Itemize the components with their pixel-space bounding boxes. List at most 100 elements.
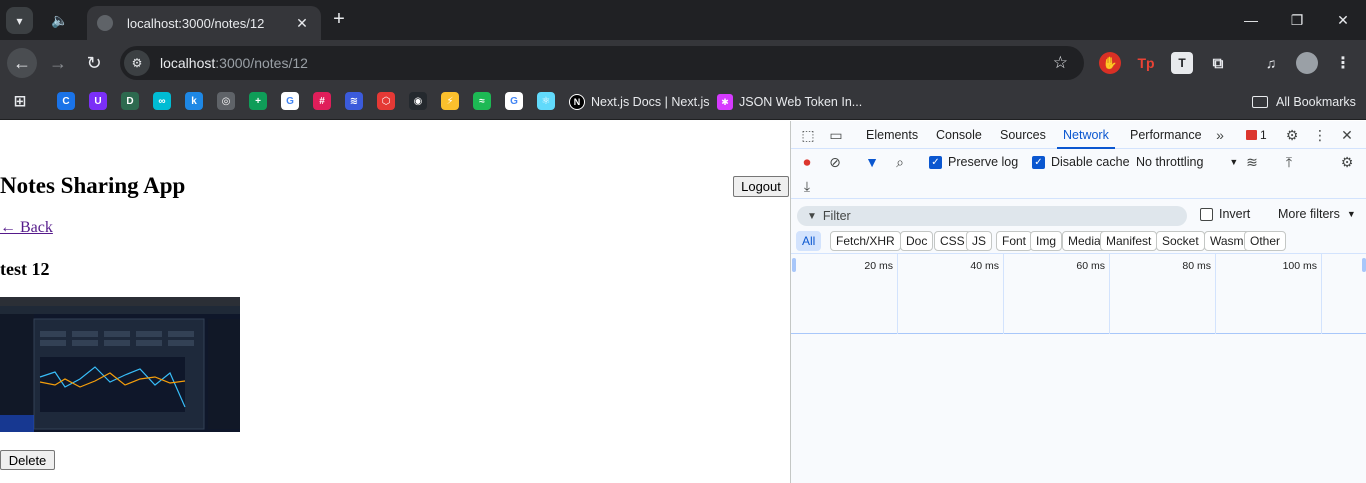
back-button[interactable]: ← [7,48,37,78]
apps-grid-icon[interactable]: ⊞ [11,92,29,110]
bookmark-spotify-icon[interactable]: ≈ [473,92,491,110]
all-bookmarks[interactable]: All Bookmarks [1252,92,1356,112]
bookmark-lines-icon[interactable]: ≋ [345,92,363,110]
bookmarks-bar: ⊞ C U D ∞ k ◎ + G # ≋ ⬡ ◉ ⚡ ≈ G ⚛ N Next.js Docs | Next… [0,86,1366,120]
filter-icon: ▼ [807,210,817,222]
filter-chip-socket[interactable]: Socket [1156,231,1205,251]
speaker-icon[interactable]: 🔈 [50,10,70,30]
throttling-select[interactable]: No throttling ▼ [1136,155,1238,169]
filter-chip-img[interactable]: Img [1030,231,1063,251]
back-link[interactable]: ← Back [0,219,53,237]
close-window-button[interactable]: ✕ [1320,8,1366,32]
bookmark-github-icon[interactable]: ◉ [409,92,427,110]
timeline-gridline [1109,254,1110,334]
extensions-puzzle-icon[interactable]: ⧉ [1207,52,1229,74]
filter-chip-other[interactable]: Other [1244,231,1287,251]
bookmark-k-icon[interactable]: k [185,92,203,110]
devtools-menu-icon[interactable]: ⋮ [1311,126,1329,144]
tab-search-button[interactable]: ▾ [6,7,33,34]
browser-toolbar: ← → ↻ ⚙ localhost:3000/notes/12 ☆ ✋ Tp T… [0,40,1366,86]
restore-button[interactable]: ❐ [1274,8,1320,32]
checkmark-icon: ✓ [1032,155,1045,169]
timeline-label: 100 ms [1282,260,1317,272]
import-har-icon[interactable]: ⤒ [1280,153,1298,171]
network-settings-icon[interactable]: ⚙ [1338,153,1356,171]
adblock-icon[interactable]: ✋ [1099,52,1121,74]
tab-elements[interactable]: Elements [866,121,918,149]
site-info-icon[interactable]: ⚙ [124,50,150,76]
t-extension-icon[interactable]: T [1171,52,1193,74]
tab-sources[interactable]: Sources [1000,121,1046,149]
timeline-label: 80 ms [1182,260,1211,272]
bookmark-u-icon[interactable]: U [89,92,107,110]
bookmark-chrome-gray-icon[interactable]: ◎ [217,92,235,110]
globe-icon [97,15,113,31]
bookmark-google-icon[interactable]: G [281,92,299,110]
media-control-icon[interactable]: ♫ [1260,52,1282,74]
filter-chip-manifest[interactable]: Manifest [1100,231,1158,251]
invert-checkbox[interactable]: Invert [1200,207,1250,221]
address-bar[interactable]: ⚙ localhost:3000/notes/12 ☆ [120,46,1084,80]
record-stop-icon[interactable]: ⏺ [798,153,816,171]
bookmark-google-icon-2[interactable]: G [505,92,523,110]
bookmark-c-icon[interactable]: C [57,92,75,110]
delete-button[interactable]: Delete [0,450,55,470]
bookmark-bolt-icon[interactable]: ⚡ [441,92,459,110]
bookmark-dev-icon[interactable]: D [121,92,139,110]
bookmark-sheets-icon[interactable]: + [249,92,267,110]
inspect-element-icon[interactable]: ⬚ [799,126,817,144]
export-har-icon[interactable]: ⤓ [798,177,816,195]
bookmark-jwt[interactable]: ✱ JSON Web Token In... [717,92,862,112]
settings-gear-icon[interactable]: ⚙ [1283,126,1301,144]
logout-button[interactable]: Logout [733,176,789,197]
note-title: test 12 [0,259,50,279]
network-conditions-icon[interactable]: ≋ [1243,153,1261,171]
clear-icon[interactable]: ⊘ [826,153,844,171]
filter-chip-font[interactable]: Font [996,231,1033,251]
filter-input[interactable]: ▼ Filter [797,206,1187,226]
filter-funnel-icon[interactable]: ▼ [863,153,881,171]
url-text[interactable]: localhost:3000/notes/12 [160,55,308,71]
filter-row: ▼ Filter Invert More filters ▼ [791,201,1366,229]
filter-chip-wasm[interactable]: Wasm [1204,231,1250,251]
error-badge[interactable]: 1 [1246,128,1267,142]
timeline-right-handle[interactable] [1362,258,1366,272]
app-title: Notes Sharing App [0,173,186,198]
checkmark-icon: ✓ [929,155,942,169]
reload-button[interactable]: ↻ [79,48,109,78]
network-toolbar-row2: ⤓ [791,175,1366,199]
forward-button[interactable]: → [43,48,73,78]
bookmark-slack-icon[interactable]: # [313,92,331,110]
profile-avatar[interactable] [1296,52,1318,74]
tp-extension-icon[interactable]: Tp [1135,52,1157,74]
more-filters-dropdown[interactable]: More filters ▼ [1278,207,1356,221]
filter-chip-fetchxhr[interactable]: Fetch/XHR [830,231,901,251]
bookmark-react-icon[interactable]: ⚛ [537,92,555,110]
close-tab-icon[interactable]: ✕ [293,15,311,32]
tab-performance[interactable]: Performance [1130,121,1202,149]
filter-chip-js[interactable]: JS [966,231,993,251]
browser-tab[interactable]: localhost:3000/notes/12 ✕ [87,6,321,40]
timeline-label: 20 ms [864,260,893,272]
bookmark-star-icon[interactable]: ☆ [1053,53,1068,73]
timeline-gridline [897,254,898,334]
device-toolbar-icon[interactable]: ▭ [827,126,845,144]
bookmark-infinity-icon[interactable]: ∞ [153,92,171,110]
bookmark-nextjs[interactable]: N Next.js Docs | Next.js [569,92,710,112]
tab-console[interactable]: Console [936,121,982,149]
disable-cache-checkbox[interactable]: ✓ Disable cache [1032,155,1130,169]
filter-chip-doc[interactable]: Doc [900,231,934,251]
new-tab-button[interactable]: + [328,9,350,31]
preserve-log-checkbox[interactable]: ✓ Preserve log [929,155,1018,169]
tab-strip: ▾ 🔈 localhost:3000/notes/12 ✕ + — ❐ ✕ [0,0,1366,40]
more-tabs-icon[interactable]: » [1211,126,1229,144]
filter-chip-all[interactable]: All [796,231,822,251]
jwt-icon: ✱ [717,94,733,110]
timeline-left-handle[interactable] [792,258,796,272]
bookmark-hex-icon[interactable]: ⬡ [377,92,395,110]
search-icon[interactable]: ⌕ [891,153,909,171]
tab-network[interactable]: Network [1057,121,1115,149]
close-devtools-icon[interactable]: ✕ [1338,126,1356,144]
menu-kebab-icon[interactable]: ⋮ [1332,52,1354,74]
minimize-button[interactable]: — [1228,8,1274,32]
